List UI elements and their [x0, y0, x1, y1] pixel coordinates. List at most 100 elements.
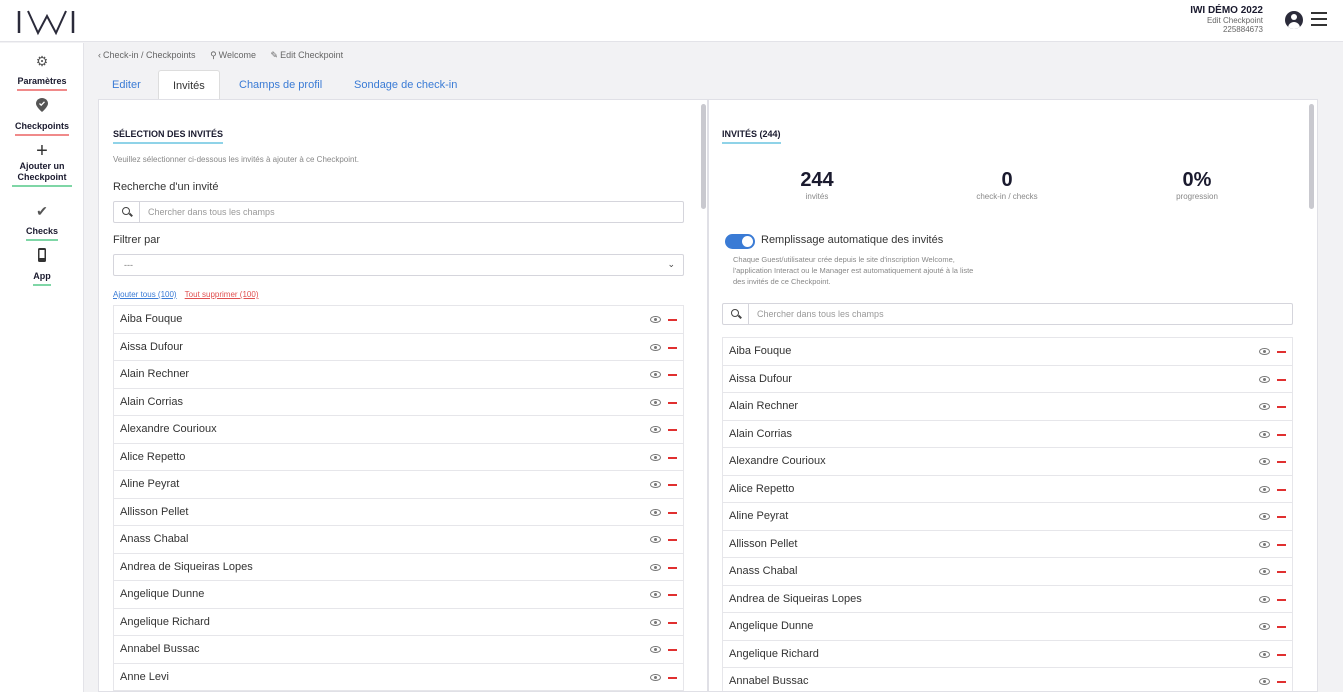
guest-row[interactable]: Alice Repetto [113, 443, 684, 471]
remove-minus-icon[interactable] [1277, 598, 1286, 601]
sidebar-item-parametres[interactable]: ⚙ Paramètres [0, 53, 84, 91]
remove-minus-icon[interactable] [668, 676, 677, 679]
eye-icon[interactable] [650, 508, 661, 516]
eye-icon[interactable] [650, 398, 661, 406]
guest-row[interactable]: Angelique Richard [113, 608, 684, 636]
tab-invites[interactable]: Invités [158, 70, 220, 100]
remove-minus-icon[interactable] [668, 374, 677, 376]
guest-row[interactable]: Andrea de Siqueiras Lopes [113, 553, 684, 581]
guest-row[interactable]: Allisson Pellet [113, 498, 684, 526]
remove-minus-icon[interactable] [1277, 378, 1286, 381]
guest-row[interactable]: Angelique Dunne [113, 581, 684, 609]
eye-icon[interactable] [1259, 375, 1270, 383]
sidebar-item-ajouter-checkpoint[interactable]: + Ajouter un Checkpoint [0, 141, 84, 187]
remove-minus-icon[interactable] [1277, 488, 1286, 491]
eye-icon[interactable] [1259, 623, 1270, 630]
sidebar-item-checkpoints[interactable]: Checkpoints [0, 98, 84, 136]
guest-row[interactable]: Angelique Richard [722, 640, 1293, 668]
guest-row[interactable]: Anne Levi [113, 663, 684, 691]
eye-icon[interactable] [650, 536, 661, 543]
remove-minus-icon[interactable] [668, 484, 677, 486]
remove-minus-icon[interactable] [1277, 653, 1286, 656]
guest-row[interactable]: Anass Chabal [113, 526, 684, 554]
tab-sondage-check-in[interactable]: Sondage de check-in [340, 70, 471, 100]
guest-row[interactable]: Annabel Bussac [722, 668, 1293, 691]
eye-icon[interactable] [650, 481, 661, 488]
remove-minus-icon[interactable] [1277, 433, 1286, 436]
remove-minus-icon[interactable] [668, 594, 677, 596]
guest-row[interactable]: Alain Rechner [113, 361, 684, 389]
add-all-link[interactable]: Ajouter tous (100) [113, 290, 177, 299]
eye-icon[interactable] [650, 371, 661, 378]
remove-minus-icon[interactable] [1277, 406, 1286, 408]
tab-editer[interactable]: Editer [98, 70, 155, 100]
guest-row[interactable]: Alexandre Courioux [722, 448, 1293, 476]
guest-row[interactable]: Allisson Pellet [722, 530, 1293, 558]
eye-icon[interactable] [1259, 650, 1270, 658]
guest-search-input[interactable] [148, 205, 648, 219]
guest-row[interactable]: Angelique Dunne [722, 613, 1293, 641]
breadcrumb-back[interactable]: ‹ Check-in / Checkpoints [98, 50, 196, 60]
user-avatar-icon[interactable] [1285, 11, 1303, 29]
eye-icon[interactable] [1259, 430, 1270, 438]
remove-minus-icon[interactable] [668, 346, 677, 349]
eye-icon[interactable] [1259, 485, 1270, 493]
remove-minus-icon[interactable] [1277, 516, 1286, 518]
filter-select[interactable]: --- ⌄ [113, 254, 684, 276]
remove-minus-icon[interactable] [668, 539, 677, 541]
guest-row[interactable]: Alexandre Courioux [113, 416, 684, 444]
remove-minus-icon[interactable] [1277, 626, 1286, 628]
checkpoint-guest-search-input[interactable] [757, 307, 1257, 321]
guest-row[interactable]: Alain Rechner [722, 393, 1293, 421]
guest-row[interactable]: Aissa Dufour [113, 333, 684, 361]
remove-minus-icon[interactable] [1277, 351, 1286, 353]
iwi-logo[interactable] [16, 6, 76, 36]
eye-icon[interactable] [650, 646, 661, 653]
remove-minus-icon[interactable] [1277, 681, 1286, 683]
eye-icon[interactable] [1259, 403, 1270, 410]
eye-icon[interactable] [1259, 513, 1270, 520]
remove-minus-icon[interactable] [668, 401, 677, 404]
checkpoint-guest-search-field[interactable] [722, 303, 1293, 325]
eye-icon[interactable] [1259, 458, 1270, 465]
eye-icon[interactable] [1259, 540, 1270, 548]
auto-fill-toggle[interactable] [725, 234, 755, 249]
remove-minus-icon[interactable] [668, 621, 677, 624]
remove-minus-icon[interactable] [668, 456, 677, 459]
remove-minus-icon[interactable] [1277, 571, 1286, 573]
remove-minus-icon[interactable] [668, 566, 677, 569]
scrollbar[interactable] [1309, 104, 1314, 209]
guest-row[interactable]: Aline Peyrat [113, 471, 684, 499]
eye-icon[interactable] [650, 563, 661, 571]
guest-row[interactable]: Aline Peyrat [722, 503, 1293, 531]
eye-icon[interactable] [650, 316, 661, 323]
guest-row[interactable]: Alice Repetto [722, 475, 1293, 503]
guest-row[interactable]: Andrea de Siqueiras Lopes [722, 585, 1293, 613]
tab-champs-de-profil[interactable]: Champs de profil [225, 70, 336, 100]
scrollbar[interactable] [701, 104, 706, 209]
hamburger-menu-icon[interactable] [1311, 12, 1327, 26]
remove-minus-icon[interactable] [668, 511, 677, 514]
remove-minus-icon[interactable] [668, 649, 677, 651]
guest-row[interactable]: Anass Chabal [722, 558, 1293, 586]
remove-minus-icon[interactable] [668, 319, 677, 321]
guest-row[interactable]: Annabel Bussac [113, 636, 684, 664]
eye-icon[interactable] [650, 618, 661, 626]
sidebar-item-checks[interactable]: ✔ Checks [0, 203, 84, 241]
eye-icon[interactable] [1259, 568, 1270, 575]
eye-icon[interactable] [650, 453, 661, 461]
eye-icon[interactable] [650, 343, 661, 351]
guest-row[interactable]: Aissa Dufour [722, 365, 1293, 393]
sidebar-item-app[interactable]: App [0, 248, 84, 286]
remove-minus-icon[interactable] [668, 429, 677, 431]
guest-row[interactable]: Alain Corrias [113, 388, 684, 416]
remove-minus-icon[interactable] [1277, 461, 1286, 463]
eye-icon[interactable] [1259, 678, 1270, 685]
guest-search-field[interactable] [113, 201, 684, 223]
eye-icon[interactable] [1259, 348, 1270, 355]
eye-icon[interactable] [650, 591, 661, 598]
guest-row[interactable]: Alain Corrias [722, 420, 1293, 448]
eye-icon[interactable] [650, 426, 661, 433]
breadcrumb-welcome[interactable]: ⚲ Welcome [210, 50, 256, 60]
guest-row[interactable]: Aiba Fouque [113, 306, 684, 334]
